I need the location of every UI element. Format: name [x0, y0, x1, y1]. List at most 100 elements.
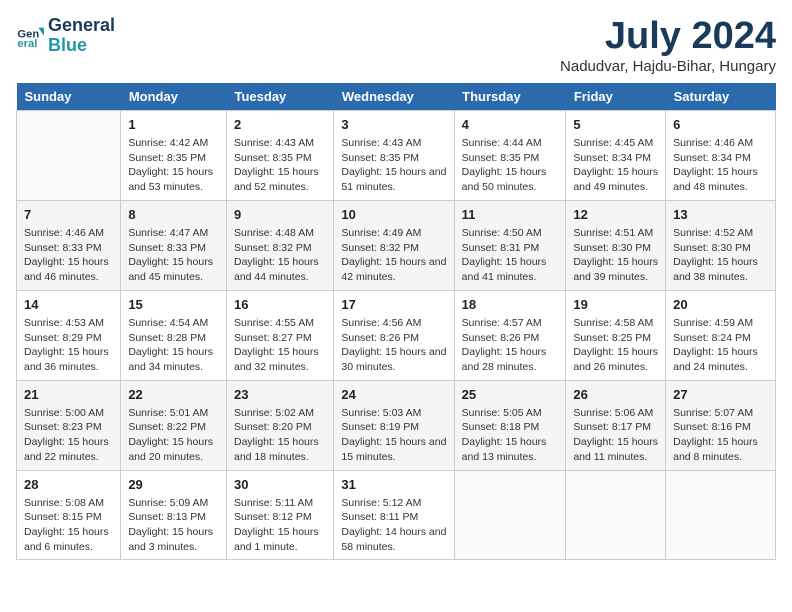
day-number: 26 [573, 386, 658, 404]
header-row: SundayMondayTuesdayWednesdayThursdayFrid… [17, 83, 776, 111]
calendar-cell: 29 Sunrise: 5:09 AMSunset: 8:13 PMDayligh… [121, 470, 227, 560]
calendar-cell: 23 Sunrise: 5:02 AMSunset: 8:20 PMDayligh… [227, 380, 334, 470]
calendar-cell: 7 Sunrise: 4:46 AMSunset: 8:33 PMDaylight… [17, 200, 121, 290]
day-info: Sunrise: 5:03 AMSunset: 8:19 PMDaylight:… [341, 406, 446, 465]
day-info: Sunrise: 4:58 AMSunset: 8:25 PMDaylight:… [573, 316, 658, 375]
day-info: Sunrise: 4:56 AMSunset: 8:26 PMDaylight:… [341, 316, 446, 375]
day-info: Sunrise: 5:02 AMSunset: 8:20 PMDaylight:… [234, 406, 326, 465]
calendar-cell: 16 Sunrise: 4:55 AMSunset: 8:27 PMDayligh… [227, 290, 334, 380]
day-number: 15 [128, 296, 219, 314]
day-number: 6 [673, 116, 768, 134]
calendar-cell: 5 Sunrise: 4:45 AMSunset: 8:34 PMDaylight… [566, 110, 666, 200]
day-number: 3 [341, 116, 446, 134]
calendar-cell: 9 Sunrise: 4:48 AMSunset: 8:32 PMDaylight… [227, 200, 334, 290]
calendar-cell: 27 Sunrise: 5:07 AMSunset: 8:16 PMDayligh… [666, 380, 776, 470]
day-info: Sunrise: 5:11 AMSunset: 8:12 PMDaylight:… [234, 496, 326, 555]
day-number: 30 [234, 476, 326, 494]
calendar-cell [566, 470, 666, 560]
calendar-cell: 30 Sunrise: 5:11 AMSunset: 8:12 PMDayligh… [227, 470, 334, 560]
day-info: Sunrise: 4:43 AMSunset: 8:35 PMDaylight:… [234, 136, 326, 195]
week-row-5: 28Sunrise: 5:08 AMSunset: 8:15 PMDayligh… [17, 470, 776, 560]
calendar-cell: 4 Sunrise: 4:44 AMSunset: 8:35 PMDaylight… [454, 110, 566, 200]
day-number: 9 [234, 206, 326, 224]
day-number: 29 [128, 476, 219, 494]
calendar-cell [454, 470, 566, 560]
day-number: 31 [341, 476, 446, 494]
calendar-cell: 2 Sunrise: 4:43 AMSunset: 8:35 PMDaylight… [227, 110, 334, 200]
day-info: Sunrise: 4:52 AMSunset: 8:30 PMDaylight:… [673, 226, 768, 285]
day-info: Sunrise: 4:45 AMSunset: 8:34 PMDaylight:… [573, 136, 658, 195]
calendar-cell: 10Sunrise: 4:49 AMSunset: 8:32 PMDayligh… [334, 200, 454, 290]
calendar-cell: 1 Sunrise: 4:42 AMSunset: 8:35 PMDaylight… [121, 110, 227, 200]
calendar-cell: 28Sunrise: 5:08 AMSunset: 8:15 PMDayligh… [17, 470, 121, 560]
day-info: Sunrise: 4:55 AMSunset: 8:27 PMDaylight:… [234, 316, 326, 375]
calendar-cell [666, 470, 776, 560]
day-number: 16 [234, 296, 326, 314]
day-info: Sunrise: 4:47 AMSunset: 8:33 PMDaylight:… [128, 226, 219, 285]
header-day-thursday: Thursday [454, 83, 566, 111]
day-info: Sunrise: 4:42 AMSunset: 8:35 PMDaylight:… [128, 136, 219, 195]
week-row-3: 14Sunrise: 4:53 AMSunset: 8:29 PMDayligh… [17, 290, 776, 380]
day-info: Sunrise: 5:09 AMSunset: 8:13 PMDaylight:… [128, 496, 219, 555]
day-number: 5 [573, 116, 658, 134]
day-info: Sunrise: 4:46 AMSunset: 8:33 PMDaylight:… [24, 226, 113, 285]
day-number: 12 [573, 206, 658, 224]
day-info: Sunrise: 4:43 AMSunset: 8:35 PMDaylight:… [341, 136, 446, 195]
logo: Gen eral General Blue [16, 16, 115, 56]
calendar-cell: 8 Sunrise: 4:47 AMSunset: 8:33 PMDaylight… [121, 200, 227, 290]
day-number: 27 [673, 386, 768, 404]
day-info: Sunrise: 4:44 AMSunset: 8:35 PMDaylight:… [462, 136, 559, 195]
day-info: Sunrise: 4:57 AMSunset: 8:26 PMDaylight:… [462, 316, 559, 375]
calendar-cell: 11 Sunrise: 4:50 AMSunset: 8:31 PMDayligh… [454, 200, 566, 290]
day-number: 17 [341, 296, 446, 314]
calendar-cell: 3 Sunrise: 4:43 AMSunset: 8:35 PMDaylight… [334, 110, 454, 200]
day-number: 1 [128, 116, 219, 134]
day-info: Sunrise: 4:49 AMSunset: 8:32 PMDaylight:… [341, 226, 446, 285]
day-info: Sunrise: 4:54 AMSunset: 8:28 PMDaylight:… [128, 316, 219, 375]
day-number: 18 [462, 296, 559, 314]
calendar-cell: 18 Sunrise: 4:57 AMSunset: 8:26 PMDayligh… [454, 290, 566, 380]
day-info: Sunrise: 4:46 AMSunset: 8:34 PMDaylight:… [673, 136, 768, 195]
calendar-cell: 20 Sunrise: 4:59 AMSunset: 8:24 PMDayligh… [666, 290, 776, 380]
calendar-cell: 13 Sunrise: 4:52 AMSunset: 8:30 PMDayligh… [666, 200, 776, 290]
day-info: Sunrise: 5:06 AMSunset: 8:17 PMDaylight:… [573, 406, 658, 465]
calendar-cell [17, 110, 121, 200]
day-info: Sunrise: 5:07 AMSunset: 8:16 PMDaylight:… [673, 406, 768, 465]
calendar-cell: 31Sunrise: 5:12 AMSunset: 8:11 PMDayligh… [334, 470, 454, 560]
day-number: 23 [234, 386, 326, 404]
day-info: Sunrise: 4:59 AMSunset: 8:24 PMDaylight:… [673, 316, 768, 375]
day-info: Sunrise: 4:50 AMSunset: 8:31 PMDaylight:… [462, 226, 559, 285]
week-row-1: 1 Sunrise: 4:42 AMSunset: 8:35 PMDaylight… [17, 110, 776, 200]
logo-text: General Blue [48, 16, 115, 56]
calendar-subtitle: Nadudvar, Hajdu-Bihar, Hungary [560, 58, 776, 75]
day-number: 13 [673, 206, 768, 224]
calendar-cell: 26 Sunrise: 5:06 AMSunset: 8:17 PMDayligh… [566, 380, 666, 470]
day-number: 22 [128, 386, 219, 404]
header-day-monday: Monday [121, 83, 227, 111]
title-section: July 2024 Nadudvar, Hajdu-Bihar, Hungary [560, 16, 776, 75]
calendar-cell: 17 Sunrise: 4:56 AMSunset: 8:26 PMDayligh… [334, 290, 454, 380]
day-info: Sunrise: 4:48 AMSunset: 8:32 PMDaylight:… [234, 226, 326, 285]
day-number: 14 [24, 296, 113, 314]
day-info: Sunrise: 5:05 AMSunset: 8:18 PMDaylight:… [462, 406, 559, 465]
svg-text:eral: eral [17, 38, 37, 50]
header-day-saturday: Saturday [666, 83, 776, 111]
calendar-cell: 25 Sunrise: 5:05 AMSunset: 8:18 PMDayligh… [454, 380, 566, 470]
calendar-cell: 12 Sunrise: 4:51 AMSunset: 8:30 PMDayligh… [566, 200, 666, 290]
day-number: 11 [462, 206, 559, 224]
day-number: 2 [234, 116, 326, 134]
day-number: 25 [462, 386, 559, 404]
header-day-wednesday: Wednesday [334, 83, 454, 111]
day-info: Sunrise: 4:51 AMSunset: 8:30 PMDaylight:… [573, 226, 658, 285]
logo-icon: Gen eral [16, 22, 44, 50]
day-number: 7 [24, 206, 113, 224]
calendar-cell: 24Sunrise: 5:03 AMSunset: 8:19 PMDayligh… [334, 380, 454, 470]
day-number: 8 [128, 206, 219, 224]
day-number: 20 [673, 296, 768, 314]
day-number: 4 [462, 116, 559, 134]
calendar-cell: 19 Sunrise: 4:58 AMSunset: 8:25 PMDayligh… [566, 290, 666, 380]
header-day-sunday: Sunday [17, 83, 121, 111]
calendar-table: SundayMondayTuesdayWednesdayThursdayFrid… [16, 83, 776, 561]
week-row-2: 7 Sunrise: 4:46 AMSunset: 8:33 PMDaylight… [17, 200, 776, 290]
day-number: 19 [573, 296, 658, 314]
